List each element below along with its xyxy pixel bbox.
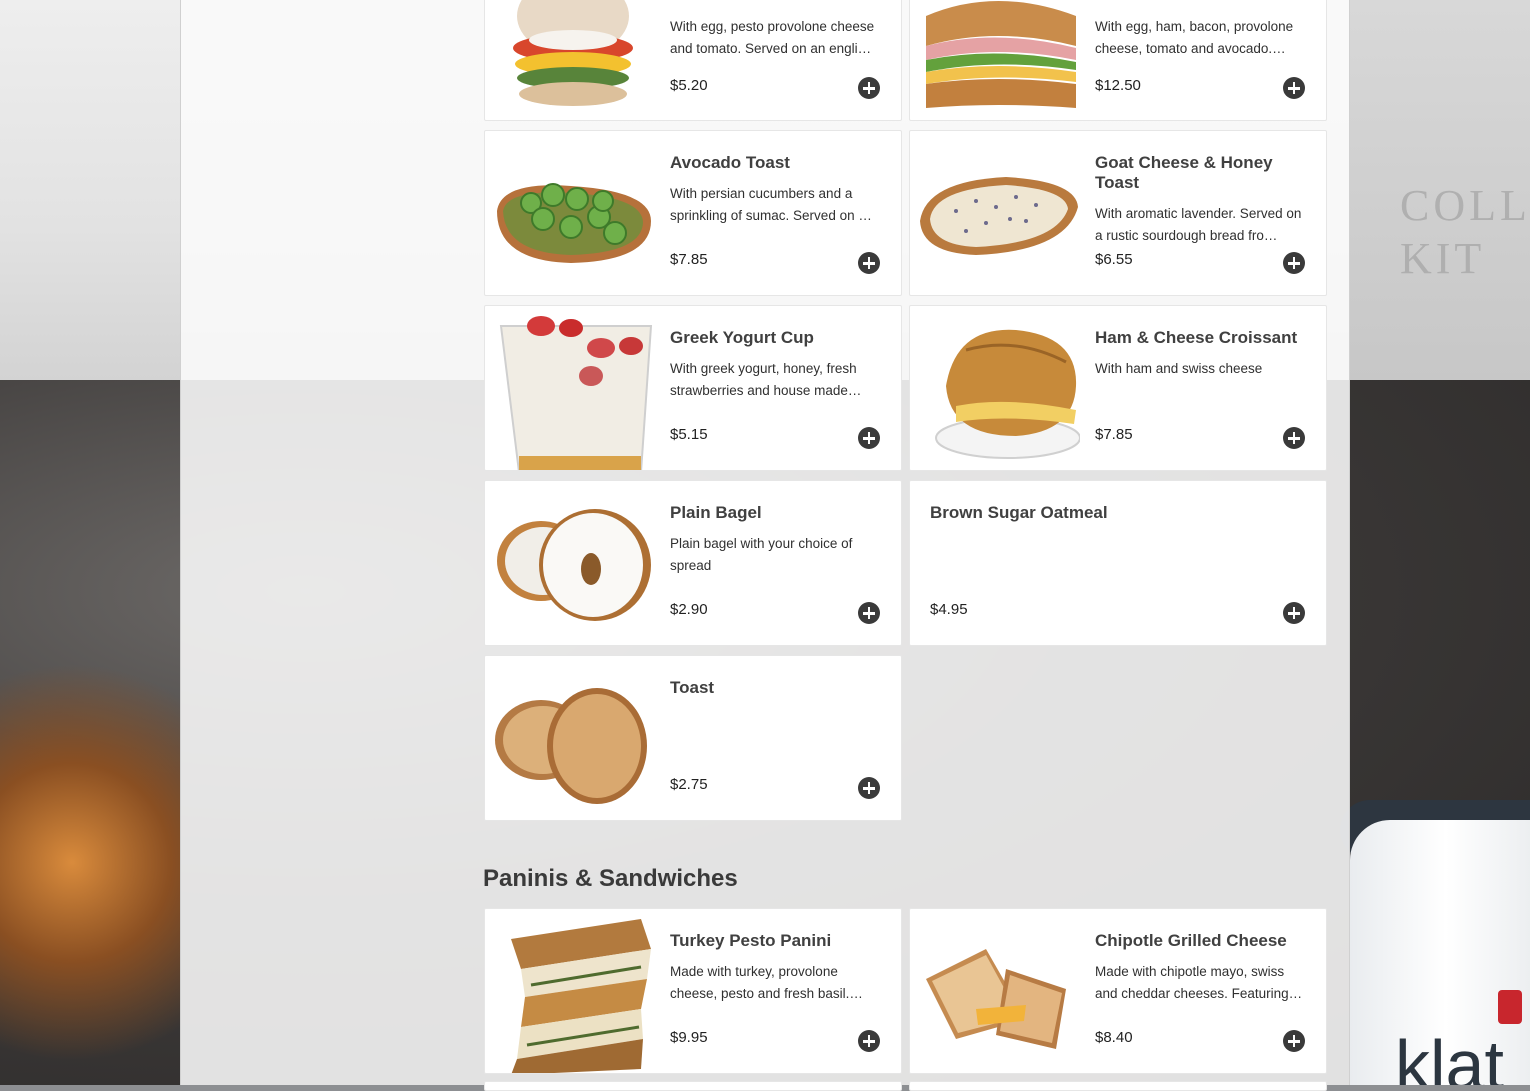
menu-item-card[interactable]: Chipotle Grilled Cheese Made with chipot…: [909, 908, 1327, 1074]
item-price: $4.95: [930, 601, 968, 618]
add-item-button[interactable]: [858, 777, 880, 799]
background-wall-lettering: COLL KIT: [1400, 181, 1530, 283]
item-name: Toast: [670, 678, 715, 697]
add-item-button[interactable]: [858, 427, 880, 449]
menu-item-card[interactable]: Plain Bagel Plain bagel with your choice…: [484, 480, 902, 646]
item-name: Plain Bagel: [670, 503, 762, 522]
item-description: With egg, ham, bacon, provolone cheese, …: [1095, 19, 1294, 56]
grilled-cheese-image: [916, 909, 1080, 1073]
item-price: $5.20: [670, 77, 708, 94]
add-item-button[interactable]: [858, 1030, 880, 1052]
item-description: With egg, pesto provolone cheese and tom…: [670, 19, 875, 56]
item-price: $2.90: [670, 601, 708, 618]
add-item-button[interactable]: [858, 602, 880, 624]
cup-brand-text: klat: [1395, 1026, 1504, 1085]
panini-image: [491, 909, 655, 1073]
menu-item-card[interactable]: Goat Cheese & Honey Toast With aromatic …: [909, 130, 1327, 296]
item-description: Made with turkey, provolone cheese, pest…: [670, 964, 863, 1001]
menu-item-card[interactable]: Brown Sugar Oatmeal $4.95: [909, 480, 1327, 646]
item-price: $5.15: [670, 426, 708, 443]
item-name: Ham & Cheese Croissant: [1095, 328, 1298, 347]
item-name: Avocado Toast: [670, 153, 790, 172]
item-description: With persian cucumbers and a sprinkling …: [670, 186, 872, 223]
item-description: With aromatic lavender. Served on a rust…: [1095, 206, 1302, 243]
item-price: $2.75: [670, 776, 708, 793]
item-name: Greek Yogurt Cup: [670, 328, 814, 347]
menu-item-card[interactable]: With egg, pesto provolone cheese and tom…: [484, 0, 902, 121]
item-price: $12.50: [1095, 77, 1141, 94]
item-description: With greek yogurt, honey, fresh strawber…: [670, 361, 862, 398]
bagel-image: [491, 481, 655, 645]
menu-item-card[interactable]: With egg, ham, bacon, provolone cheese, …: [909, 0, 1327, 121]
item-description: Plain bagel with your choice of spread: [670, 536, 853, 573]
item-description: Made with chipotle mayo, swiss and chedd…: [1095, 964, 1303, 1001]
add-item-button[interactable]: [1283, 77, 1305, 99]
add-item-button[interactable]: [1283, 602, 1305, 624]
goat-cheese-toast-image: [916, 131, 1080, 295]
item-price: $7.85: [1095, 426, 1133, 443]
item-price: $9.95: [670, 1029, 708, 1046]
add-item-button[interactable]: [1283, 252, 1305, 274]
item-name: Brown Sugar Oatmeal: [930, 503, 1108, 522]
add-item-button[interactable]: [1283, 427, 1305, 449]
item-name: Goat Cheese & Honey Toast: [1095, 153, 1273, 192]
section-title-paninis: Paninis & Sandwiches: [483, 865, 738, 892]
add-item-button[interactable]: [858, 252, 880, 274]
add-item-button[interactable]: [1283, 1030, 1305, 1052]
yogurt-cup-image: [491, 306, 655, 470]
item-name: Turkey Pesto Panini: [670, 931, 832, 950]
menu-item-card[interactable]: Turkey Pesto Panini Made with turkey, pr…: [484, 908, 902, 1074]
item-price: $6.55: [1095, 251, 1133, 268]
cup-logo-icon: [1498, 990, 1522, 1024]
toast-image: [491, 656, 655, 820]
menu-item-card[interactable]: [909, 1081, 1327, 1091]
item-price: $7.85: [670, 251, 708, 268]
menu-item-card[interactable]: [484, 1081, 902, 1091]
item-price: $8.40: [1095, 1029, 1133, 1046]
add-item-button[interactable]: [858, 77, 880, 99]
menu-item-card[interactable]: Avocado Toast With persian cucumbers and…: [484, 130, 902, 296]
menu-item-card[interactable]: Toast $2.75: [484, 655, 902, 821]
item-description: With ham and swiss cheese: [1095, 361, 1263, 376]
item-name: Chipotle Grilled Cheese: [1095, 931, 1287, 950]
egg-muffin-image: [491, 0, 655, 120]
club-sandwich-image: [916, 0, 1080, 120]
menu-item-card[interactable]: Greek Yogurt Cup With greek yogurt, hone…: [484, 305, 902, 471]
menu-item-card[interactable]: Ham & Cheese Croissant With ham and swis…: [909, 305, 1327, 471]
croissant-image: [916, 306, 1080, 470]
avocado-toast-image: [491, 131, 655, 295]
